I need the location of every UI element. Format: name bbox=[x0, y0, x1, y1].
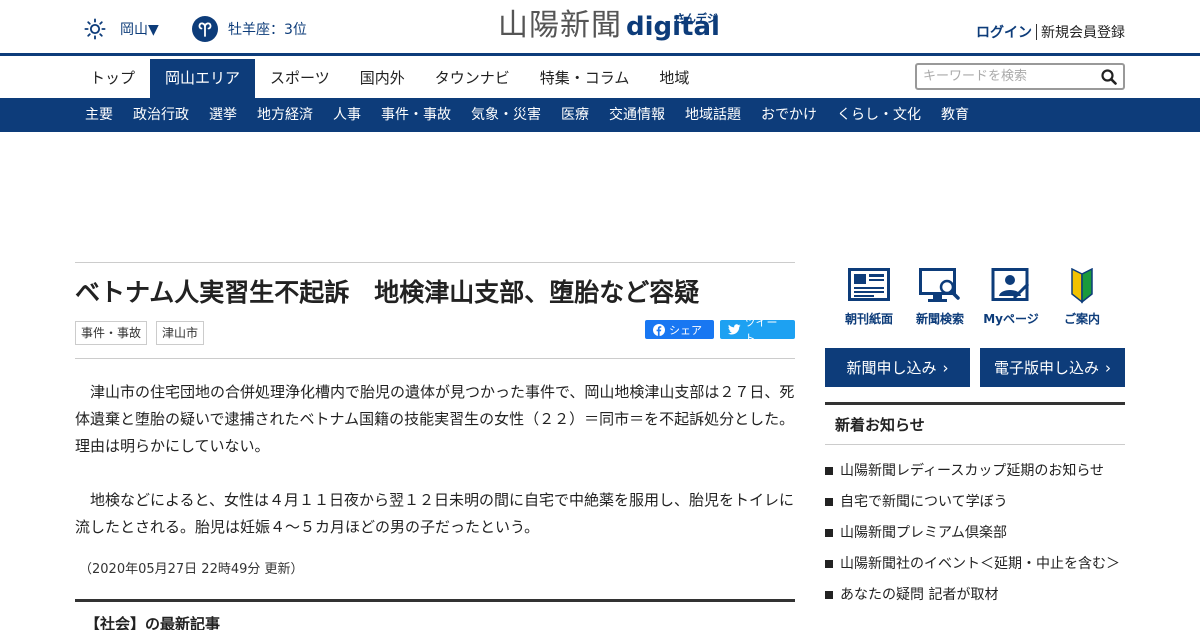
sub-nav-item[interactable]: 教育 bbox=[931, 98, 979, 132]
bullet-square-icon bbox=[825, 560, 833, 568]
news-item-text[interactable]: 山陽新聞レディースカップ延期のお知らせ bbox=[840, 460, 1104, 482]
twitter-share-label: ツイート bbox=[744, 315, 778, 345]
bullet-square-icon bbox=[825, 591, 833, 599]
top-bar: 岡山▼ 牡羊座：3位 山陽新聞 さんデジ digital ログイン 新規会員登録 bbox=[0, 0, 1200, 56]
sidebar-item-label: 朝刊紙面 bbox=[844, 312, 893, 326]
article-headline: ベトナム人実習生不起訴 地検津山支部、堕胎など容疑 bbox=[75, 278, 700, 307]
news-item-text[interactable]: 自宅で新聞について学ぼう bbox=[840, 491, 1008, 513]
latest-articles-heading: 【社会】の最新記事 bbox=[75, 599, 795, 630]
chevron-right-icon: › bbox=[942, 358, 949, 377]
mypage-icon bbox=[991, 268, 1030, 301]
bullet-square-icon bbox=[825, 529, 833, 537]
sun-icon bbox=[84, 18, 106, 40]
login-link[interactable]: ログイン bbox=[976, 22, 1032, 42]
article: ベトナム人実習生不起訴 地検津山支部、堕胎など容疑 事件・事故 津山市 シェア … bbox=[75, 262, 795, 577]
bullet-square-icon bbox=[825, 467, 833, 475]
auth-divider bbox=[1036, 24, 1037, 40]
search-icon[interactable] bbox=[1101, 69, 1117, 89]
tag-location[interactable]: 津山市 bbox=[156, 321, 205, 345]
headline-divider bbox=[75, 358, 795, 359]
logo-kana: さんデジ bbox=[673, 12, 718, 25]
newspaper-subscribe-label: 新聞申し込み bbox=[846, 359, 937, 377]
search-input[interactable] bbox=[923, 65, 1098, 88]
main-nav-list: トップ 岡山エリア スポーツ 国内外 タウンナビ 特集・コラム 地域 bbox=[75, 59, 704, 98]
register-link[interactable]: 新規会員登録 bbox=[1041, 22, 1125, 42]
tag-category[interactable]: 事件・事故 bbox=[75, 321, 148, 345]
sidebar-item-label: Myページ bbox=[983, 312, 1039, 326]
sub-nav-item[interactable]: 気象・災害 bbox=[461, 98, 551, 132]
share-buttons: シェア ツイート bbox=[645, 316, 795, 345]
digital-subscribe-label: 電子版申し込み bbox=[993, 359, 1099, 377]
twitter-share-button[interactable]: ツイート bbox=[720, 316, 795, 345]
facebook-share-label: シェア bbox=[669, 323, 702, 337]
sub-nav-item[interactable]: くらし・文化 bbox=[827, 98, 931, 132]
search-monitor-icon bbox=[919, 268, 960, 302]
aries-icon bbox=[192, 16, 218, 42]
sidebar-item-label: ご案内 bbox=[1063, 312, 1100, 326]
sidebar-icon-menu: 朝刊紙面 新聞検索 Myページ ご案内 bbox=[825, 262, 1115, 327]
sub-nav-item[interactable]: 交通情報 bbox=[599, 98, 675, 132]
article-paragraph: 地検などによると、女性は４月１１日夜から翌１２日未明の間に自宅で中絶薬を服用し、… bbox=[75, 491, 794, 536]
auth-links: ログイン 新規会員登録 bbox=[976, 22, 1125, 42]
main-nav-item[interactable]: 国内外 bbox=[345, 59, 420, 98]
sidebar-item-guide[interactable]: ご案内 bbox=[1049, 268, 1115, 327]
logo-kanji: 山陽新聞 bbox=[498, 8, 622, 43]
article-updated-time: （2020年05月27日 22時49分 更新） bbox=[79, 562, 304, 577]
search-box bbox=[915, 63, 1125, 90]
sub-nav-item[interactable]: 事件・事故 bbox=[371, 98, 461, 132]
sub-nav-item[interactable]: おでかけ bbox=[751, 98, 827, 132]
news-item[interactable]: 山陽新聞レディースカップ延期のお知らせ bbox=[825, 460, 1125, 491]
main-nav-item[interactable]: タウンナビ bbox=[420, 59, 525, 98]
sub-nav-item[interactable]: 人事 bbox=[323, 98, 371, 132]
main-nav-item[interactable]: 地域 bbox=[644, 59, 704, 98]
article-body: 津山市の住宅団地の合併処理浄化槽内で胎児の遺体が見つかった事件で、岡山地検津山支… bbox=[75, 379, 795, 541]
sub-nav-item[interactable]: 地域話題 bbox=[675, 98, 751, 132]
beginner-mark-icon bbox=[1071, 268, 1093, 304]
logo-digital: さんデジ digital bbox=[626, 10, 720, 44]
sidebar-item-mypage[interactable]: Myページ bbox=[978, 268, 1044, 327]
article-paragraph: 津山市の住宅団地の合併処理浄化槽内で胎児の遺体が見つかった事件で、岡山地検津山支… bbox=[75, 383, 795, 455]
twitter-icon bbox=[728, 324, 741, 335]
horoscope-widget[interactable]: 牡羊座：3位 bbox=[192, 16, 307, 42]
sidebar-item-newspaper-search[interactable]: 新聞検索 bbox=[907, 268, 973, 327]
news-item[interactable]: 山陽新聞プレミアム倶楽部 bbox=[825, 522, 1125, 553]
sub-nav-item[interactable]: 主要 bbox=[75, 98, 123, 132]
main-nav-item[interactable]: 特集・コラム bbox=[525, 59, 645, 98]
main-nav-item[interactable]: スポーツ bbox=[255, 59, 345, 98]
news-item-text[interactable]: 山陽新聞プレミアム倶楽部 bbox=[840, 522, 1007, 544]
facebook-icon bbox=[653, 323, 665, 336]
sub-nav-item[interactable]: 地方経済 bbox=[247, 98, 323, 132]
sidebar: 朝刊紙面 新聞検索 Myページ ご案内 新聞申し込み › 電子版申し込み › 新… bbox=[825, 262, 1125, 615]
sub-nav-item[interactable]: 政治行政 bbox=[123, 98, 199, 132]
sidebar-item-label: 新聞検索 bbox=[915, 312, 964, 326]
sub-nav: 主要 政治行政 選挙 地方経済 人事 事件・事故 気象・災害 医療 交通情報 地域話題 おでかけ くら… bbox=[0, 98, 1200, 132]
weather-widget[interactable]: 岡山▼ bbox=[84, 18, 159, 40]
news-item[interactable]: あなたの疑問 記者が取材 bbox=[825, 584, 1125, 615]
digital-subscribe-button[interactable]: 電子版申し込み › bbox=[980, 348, 1125, 387]
newspaper-icon bbox=[848, 268, 890, 301]
news-item[interactable]: 山陽新聞社のイベント＜延期・中止を含む＞ bbox=[825, 553, 1125, 584]
site-logo[interactable]: 山陽新聞 さんデジ digital bbox=[498, 8, 720, 44]
facebook-share-button[interactable]: シェア bbox=[645, 320, 714, 339]
news-section-title: 新着お知らせ bbox=[825, 402, 1125, 445]
sub-nav-item[interactable]: 選挙 bbox=[199, 98, 247, 132]
newspaper-subscribe-button[interactable]: 新聞申し込み › bbox=[825, 348, 970, 387]
bullet-square-icon bbox=[825, 498, 833, 506]
news-item[interactable]: 自宅で新聞について学ぼう bbox=[825, 491, 1125, 522]
horoscope-text[interactable]: 牡羊座：3位 bbox=[228, 19, 307, 39]
sub-nav-item[interactable]: 医療 bbox=[551, 98, 599, 132]
news-item-text[interactable]: 山陽新聞社のイベント＜延期・中止を含む＞ bbox=[840, 553, 1120, 575]
news-list: 山陽新聞レディースカップ延期のお知らせ 自宅で新聞について学ぼう 山陽新聞プレミ… bbox=[825, 460, 1125, 615]
weather-region[interactable]: 岡山▼ bbox=[120, 19, 159, 39]
news-item-text[interactable]: あなたの疑問 記者が取材 bbox=[840, 584, 998, 606]
main-nav-item[interactable]: トップ bbox=[75, 59, 150, 98]
chevron-right-icon: › bbox=[1105, 358, 1111, 377]
subscription-buttons: 新聞申し込み › 電子版申し込み › bbox=[825, 348, 1125, 387]
main-nav: トップ 岡山エリア スポーツ 国内外 タウンナビ 特集・コラム 地域 bbox=[0, 59, 1200, 98]
sub-nav-list: 主要 政治行政 選挙 地方経済 人事 事件・事故 気象・災害 医療 交通情報 地域話題 おでかけ くら… bbox=[75, 98, 979, 132]
sidebar-item-morning-edition[interactable]: 朝刊紙面 bbox=[836, 268, 902, 327]
main-nav-item[interactable]: 岡山エリア bbox=[150, 59, 256, 98]
